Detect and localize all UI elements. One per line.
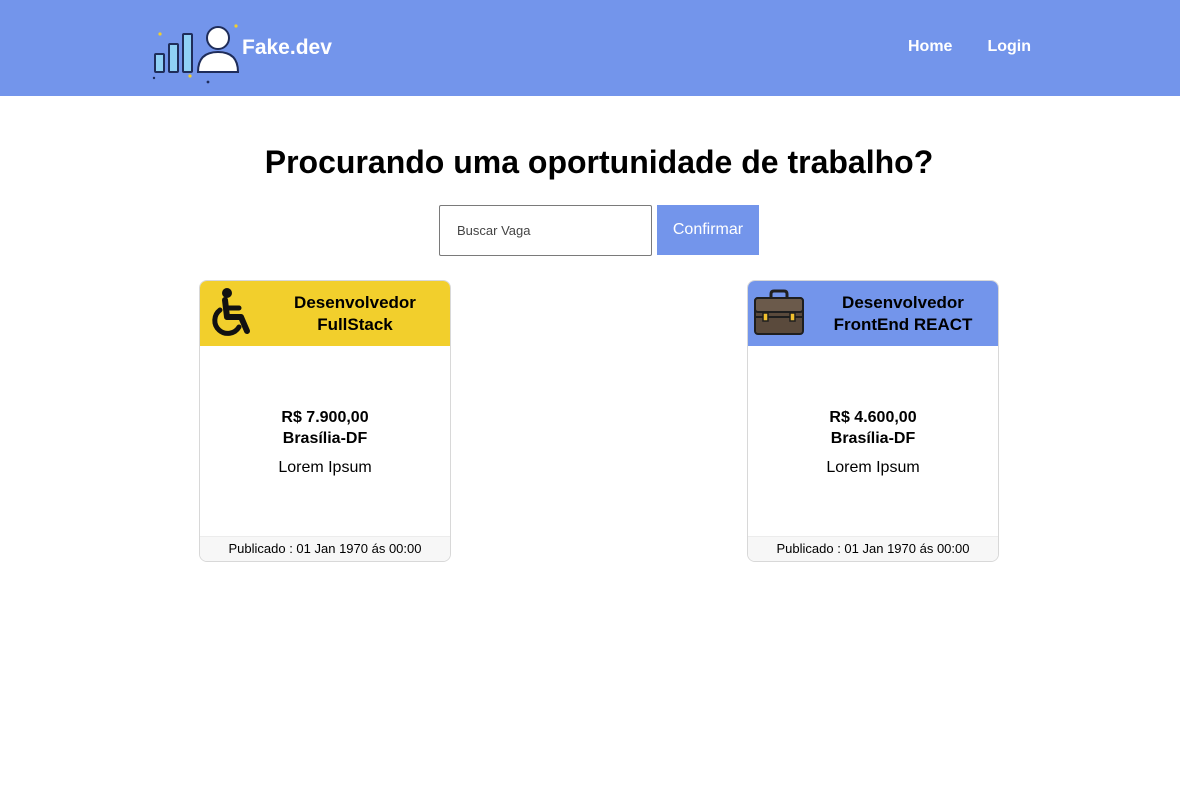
navbar: Fake.dev Home Login: [0, 0, 1180, 96]
job-card-header: Desenvolvedor FullStack: [200, 281, 450, 346]
job-card-frontend-react[interactable]: Desenvolvedor FrontEnd REACT R$ 4.600,00 …: [747, 280, 999, 562]
brand-name: Fake.dev: [242, 36, 332, 59]
job-location: Brasília-DF: [282, 430, 368, 447]
chart-person-logo-icon: [152, 24, 240, 84]
nav-links: Home Login: [908, 38, 1031, 56]
page-headline: Procurando uma oportunidade de trabalho?: [264, 144, 934, 180]
briefcase-icon: [754, 289, 804, 335]
job-title-line1: Desenvolvedor: [842, 292, 964, 312]
job-published-date: Publicado : 01 Jan 1970 ás 00:00: [200, 536, 450, 561]
job-card-fullstack[interactable]: Desenvolvedor FullStack R$ 7.900,00 Brasí…: [199, 280, 451, 562]
job-title-line1: Desenvolvedor: [294, 292, 416, 312]
job-card-header: Desenvolvedor FrontEnd REACT: [748, 281, 998, 346]
confirm-button[interactable]: Confirmar: [657, 205, 759, 255]
job-description: Lorem Ipsum: [278, 459, 372, 476]
job-title-line2: FrontEnd REACT: [833, 314, 973, 334]
search-job-input[interactable]: [439, 205, 652, 256]
job-salary: R$ 4.600,00: [829, 409, 917, 426]
brand[interactable]: Fake.dev: [152, 22, 332, 86]
job-card-title: Desenvolvedor FullStack: [256, 281, 450, 346]
job-location: Brasília-DF: [830, 430, 916, 447]
job-title-line2: FullStack: [317, 314, 393, 334]
nav-login-link[interactable]: Login: [987, 38, 1031, 56]
wheelchair-icon: [212, 288, 250, 336]
job-published-date: Publicado : 01 Jan 1970 ás 00:00: [748, 536, 998, 561]
job-card-title: Desenvolvedor FrontEnd REACT: [804, 281, 998, 346]
job-salary: R$ 7.900,00: [281, 409, 369, 426]
job-description: Lorem Ipsum: [826, 459, 920, 476]
nav-home-link[interactable]: Home: [908, 38, 952, 56]
